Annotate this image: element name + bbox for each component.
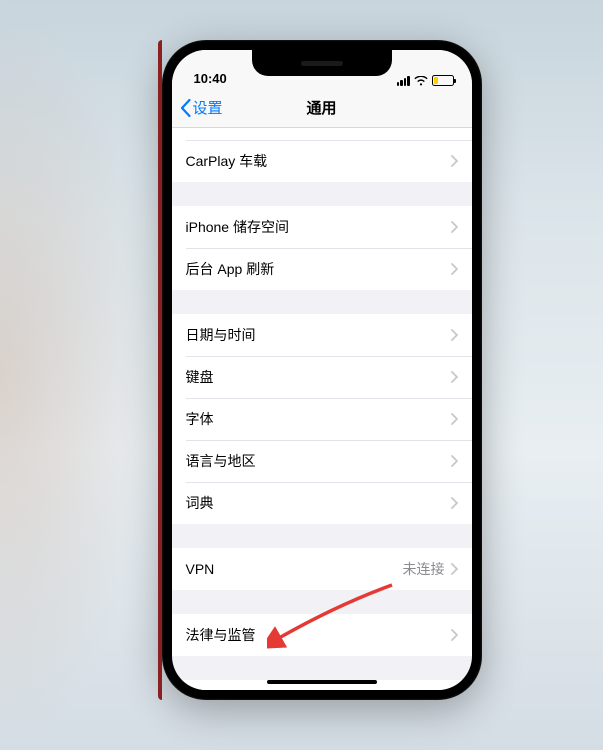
signal-icon — [397, 76, 410, 86]
settings-row[interactable]: 隔空播放与接力 — [172, 128, 472, 140]
settings-row[interactable]: 词典 — [172, 482, 472, 524]
settings-group: 日期与时间键盘字体语言与地区词典 — [172, 314, 472, 524]
row-label: 后台 App 刷新 — [186, 259, 275, 279]
settings-row[interactable]: 日期与时间 — [172, 314, 472, 356]
settings-group: VPN 未连接 — [172, 548, 472, 590]
home-indicator[interactable] — [267, 680, 377, 684]
settings-row[interactable]: 字体 — [172, 398, 472, 440]
row-label: 词典 — [186, 493, 214, 513]
phone-frame: 10:40 设置 通用 隔空播放与接力 CarPlay 车载 iPhone 储存空间… — [162, 40, 482, 700]
settings-row[interactable]: 法律与监管 — [172, 614, 472, 656]
row-label: 键盘 — [186, 367, 214, 387]
row-label: 法律与监管 — [186, 625, 256, 645]
row-label: 日期与时间 — [186, 325, 256, 345]
chevron-right-icon — [451, 329, 458, 341]
settings-row[interactable]: 语言与地区 — [172, 440, 472, 482]
chevron-right-icon — [451, 413, 458, 425]
row-label: VPN — [186, 561, 215, 577]
row-label: 语言与地区 — [186, 451, 256, 471]
chevron-right-icon — [451, 563, 458, 575]
settings-group: 法律与监管 — [172, 614, 472, 656]
row-label: iPhone 储存空间 — [186, 217, 289, 237]
settings-row[interactable]: VPN 未连接 — [172, 548, 472, 590]
nav-bar: 设置 通用 — [172, 88, 472, 128]
back-button[interactable]: 设置 — [180, 97, 223, 118]
speaker-grille — [301, 61, 343, 66]
settings-row[interactable]: CarPlay 车载 — [172, 140, 472, 182]
settings-list[interactable]: 隔空播放与接力CarPlay 车载iPhone 储存空间后台 App 刷新日期与… — [172, 128, 472, 690]
status-time: 10:40 — [194, 71, 227, 86]
settings-group: 隔空播放与接力 CarPlay 车载 — [172, 128, 472, 182]
back-label: 设置 — [193, 97, 223, 118]
settings-row[interactable]: 键盘 — [172, 356, 472, 398]
row-label: 字体 — [186, 409, 214, 429]
page-title: 通用 — [306, 97, 336, 118]
settings-row[interactable]: iPhone 储存空间 — [172, 206, 472, 248]
wifi-icon — [414, 76, 428, 86]
row-value: 未连接 — [403, 559, 445, 579]
screen: 10:40 设置 通用 隔空播放与接力 CarPlay 车载 iPhone 储存空间… — [172, 50, 472, 690]
battery-icon — [432, 75, 454, 86]
chevron-right-icon — [451, 221, 458, 233]
chevron-right-icon — [451, 455, 458, 467]
row-label: 隔空播放与接力 — [186, 128, 284, 129]
chevron-right-icon — [451, 155, 458, 167]
chevron-right-icon — [451, 371, 458, 383]
settings-row[interactable]: 后台 App 刷新 — [172, 248, 472, 290]
chevron-right-icon — [451, 263, 458, 275]
notch — [252, 50, 392, 76]
chevron-right-icon — [451, 629, 458, 641]
settings-group: iPhone 储存空间后台 App 刷新 — [172, 206, 472, 290]
row-label: CarPlay 车载 — [186, 151, 268, 171]
chevron-right-icon — [451, 497, 458, 509]
